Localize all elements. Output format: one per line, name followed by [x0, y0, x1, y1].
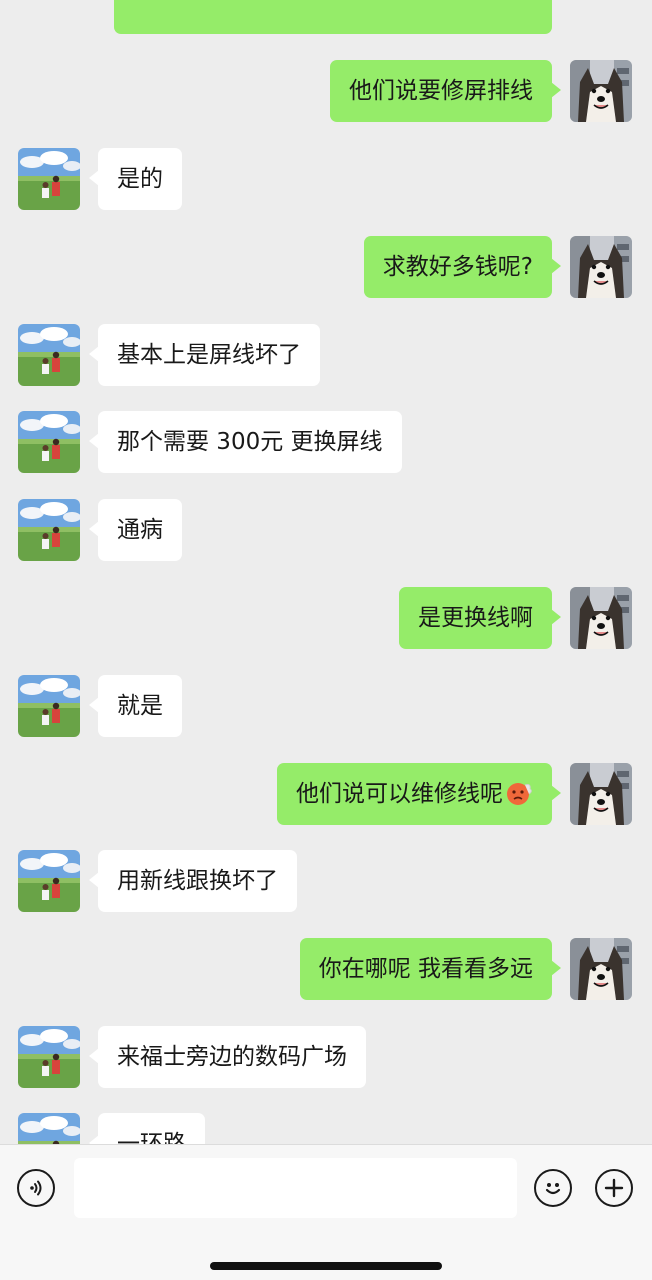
message-row: 用新线跟换坏了	[0, 850, 652, 912]
field-avatar-image	[18, 850, 80, 912]
field-avatar-image	[18, 675, 80, 737]
contact-avatar[interactable]	[18, 324, 80, 386]
message-row: 他们说要修屏排线	[0, 60, 652, 122]
message-text: 用新线跟换坏了	[117, 868, 278, 894]
received-message-bubble[interactable]: 基本上是屏线坏了	[89, 324, 320, 386]
message-text: 他们说可以维修线呢	[296, 781, 503, 807]
received-message-bubble[interactable]: 就是	[89, 675, 182, 737]
message-row: 通病	[0, 499, 652, 561]
message-text: 是的	[117, 166, 163, 192]
sent-message-bubble[interactable]: 你在哪呢 我看看多远	[299, 938, 562, 1000]
steaming-face-emoji-icon	[507, 782, 532, 805]
received-message-bubble[interactable]: 通病	[89, 499, 182, 561]
received-message-bubble[interactable]: 用新线跟换坏了	[89, 850, 297, 912]
my-avatar[interactable]	[570, 938, 632, 1000]
contact-avatar[interactable]	[18, 850, 80, 912]
dog-avatar-image	[570, 587, 632, 649]
message-text: 通病	[117, 517, 163, 543]
contact-avatar[interactable]	[18, 499, 80, 561]
message-row: 是更换线啊	[0, 587, 652, 649]
dog-avatar-image	[570, 938, 632, 1000]
received-message-bubble[interactable]: 来福士旁边的数码广场	[89, 1026, 366, 1088]
field-avatar-image	[18, 148, 80, 210]
dog-avatar-image	[570, 236, 632, 298]
my-avatar[interactable]	[570, 60, 632, 122]
message-row: 你在哪呢 我看看多远	[0, 938, 652, 1000]
message-text: 就是	[117, 693, 163, 719]
my-avatar[interactable]	[570, 763, 632, 825]
field-avatar-image	[18, 499, 80, 561]
sent-message-bubble[interactable]: 求教好多钱呢?	[363, 236, 562, 298]
partial-message-bubble[interactable]	[114, 0, 552, 34]
chat-area[interactable]: 他们说要修屏排线是的求教好多钱呢? 基本上是屏线坏了那个需要 300元 更换屏线通…	[0, 0, 652, 1144]
my-avatar[interactable]	[570, 587, 632, 649]
message-text: 你在哪呢 我看看多远	[318, 956, 533, 982]
message-input[interactable]	[74, 1158, 517, 1218]
contact-avatar[interactable]	[18, 148, 80, 210]
message-row: 是的	[0, 148, 652, 210]
more-button[interactable]	[595, 1169, 633, 1207]
message-row: 基本上是屏线坏了	[0, 324, 652, 386]
received-message-bubble[interactable]: 那个需要 300元 更换屏线	[89, 411, 402, 473]
smiley-icon	[545, 1183, 561, 1195]
message-row: 来福士旁边的数码广场	[0, 1026, 652, 1088]
field-avatar-image	[18, 324, 80, 386]
message-text: 来福士旁边的数码广场	[117, 1044, 347, 1070]
field-avatar-image	[18, 411, 80, 473]
contact-avatar[interactable]	[18, 411, 80, 473]
message-text: 一环路	[117, 1131, 186, 1144]
voice-button[interactable]	[17, 1169, 55, 1207]
emoji-button[interactable]	[534, 1169, 572, 1207]
message-text: 那个需要 300元 更换屏线	[117, 429, 383, 455]
plus-icon	[604, 1178, 624, 1198]
message-row: 他们说可以维修线呢	[0, 763, 652, 825]
message-row: 一环路	[0, 1113, 652, 1144]
message-row: 那个需要 300元 更换屏线	[0, 411, 652, 473]
received-message-bubble[interactable]: 一环路	[89, 1113, 205, 1144]
sent-message-bubble[interactable]: 他们说可以维修线呢	[277, 763, 561, 825]
message-text: 他们说要修屏排线	[349, 78, 533, 104]
field-avatar-image	[18, 1113, 80, 1144]
contact-avatar[interactable]	[18, 675, 80, 737]
my-avatar[interactable]	[570, 236, 632, 298]
home-indicator	[210, 1262, 442, 1270]
input-bar	[0, 1144, 652, 1280]
sent-message-bubble[interactable]: 他们说要修屏排线	[330, 60, 561, 122]
dog-avatar-image	[570, 763, 632, 825]
field-avatar-image	[18, 1026, 80, 1088]
message-text: 求教好多钱呢?	[382, 254, 533, 280]
contact-avatar[interactable]	[18, 1026, 80, 1088]
dog-avatar-image	[570, 60, 632, 122]
message-text: 基本上是屏线坏了	[117, 342, 301, 368]
voice-icon	[30, 1180, 42, 1196]
message-text: 是更换线啊	[418, 605, 533, 631]
contact-avatar[interactable]	[18, 1113, 80, 1144]
received-message-bubble[interactable]: 是的	[89, 148, 182, 210]
message-row: 求教好多钱呢?	[0, 236, 652, 298]
message-row: 就是	[0, 675, 652, 737]
sent-message-bubble[interactable]: 是更换线啊	[399, 587, 561, 649]
